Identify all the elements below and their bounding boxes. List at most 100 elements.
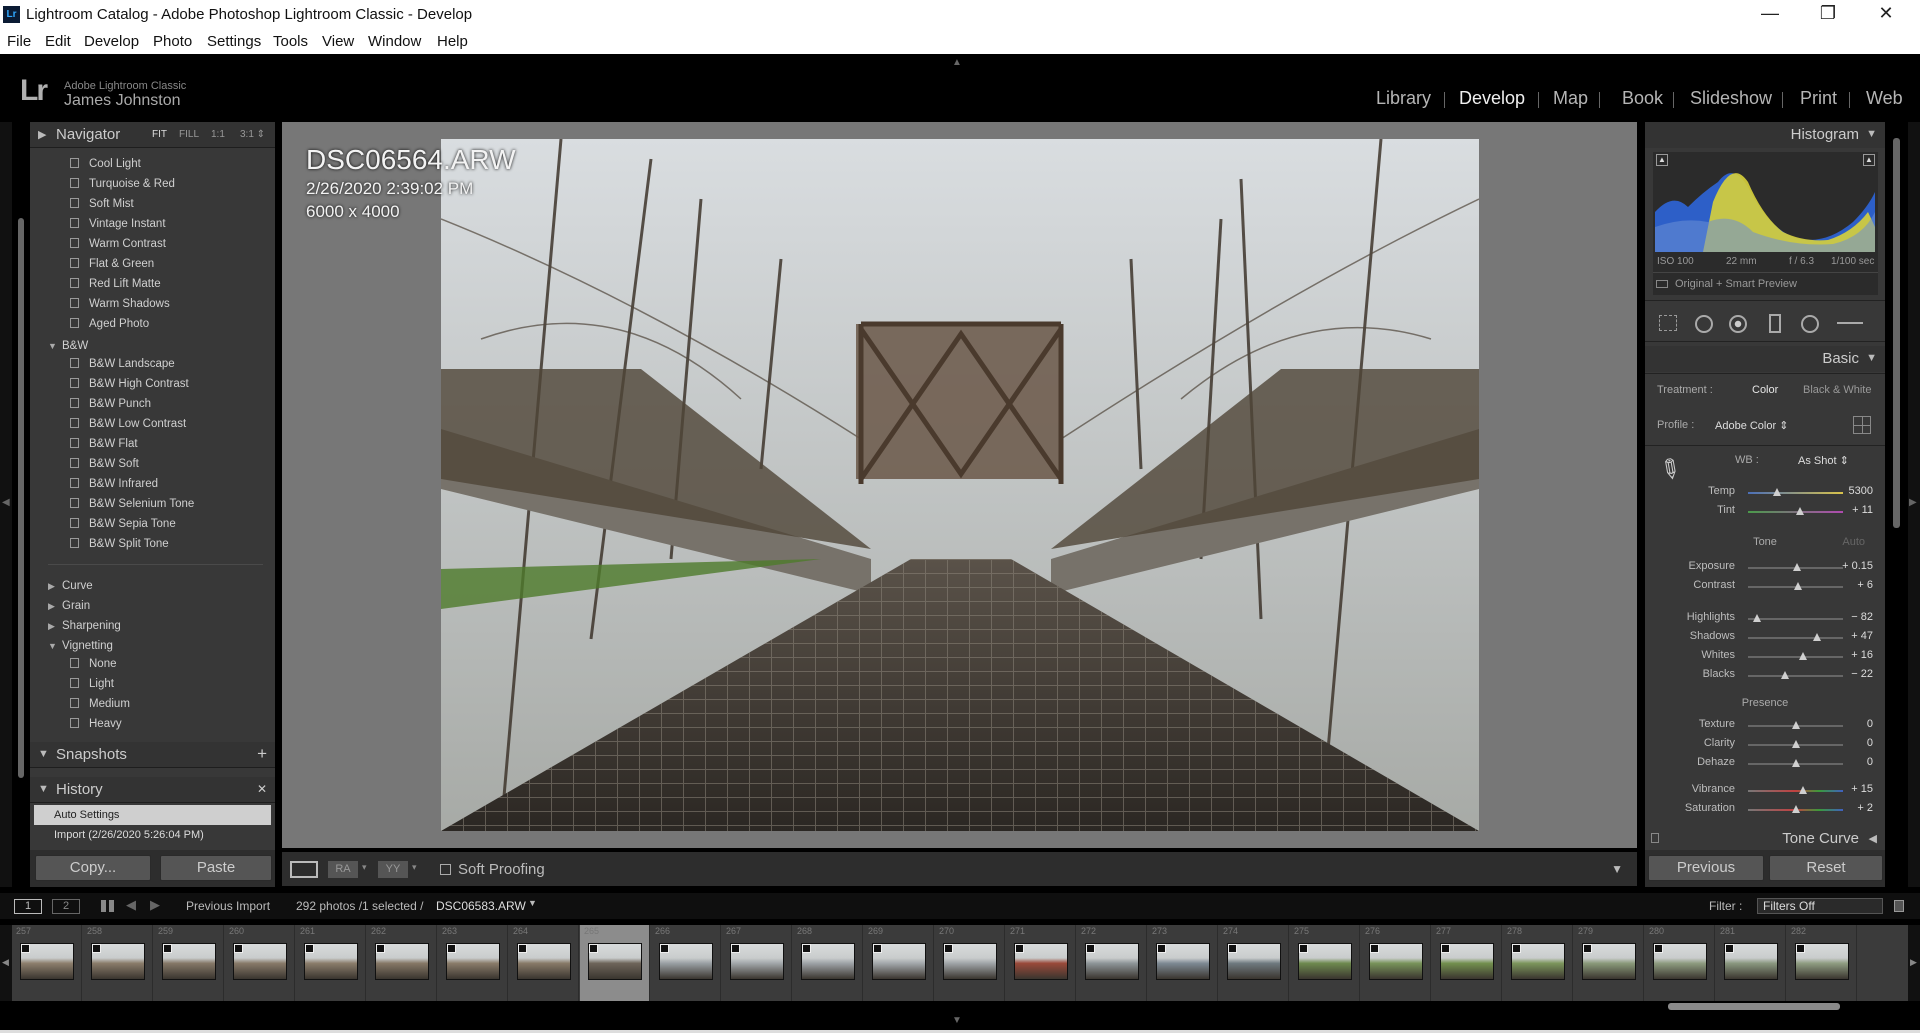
slider-track[interactable] <box>1748 790 1843 792</box>
module-slideshow[interactable]: Slideshow <box>1690 88 1772 109</box>
navigator-header[interactable]: ▶ Navigator FIT FILL 1:1 3:1 ⇕ <box>30 122 275 148</box>
panel-switch-icon[interactable] <box>1651 833 1659 843</box>
filmstrip-thumbnail[interactable]: 270 <box>935 925 1005 1001</box>
bottom-panel-toggle-icon[interactable]: ▼ <box>952 1015 962 1026</box>
dropdown-arrow-icon[interactable]: ▾ <box>412 862 417 873</box>
copy-button[interactable]: Copy... <box>35 855 151 881</box>
filmstrip-thumbnail[interactable]: 262 <box>367 925 437 1001</box>
slider-texture[interactable]: Texture 0 <box>1645 716 1885 735</box>
slider-thumb[interactable] <box>1791 721 1800 729</box>
filmstrip-scroll-left-icon[interactable]: ◀ <box>2 957 9 968</box>
crop-tool-icon[interactable] <box>1659 315 1677 331</box>
slider-thumb[interactable] <box>1813 633 1822 641</box>
secondary-display-button[interactable]: 2 <box>52 899 80 914</box>
slider-shadows[interactable]: Shadows + 47 <box>1645 628 1885 647</box>
slider-track[interactable] <box>1748 656 1843 658</box>
slider-track[interactable] <box>1748 637 1843 639</box>
slider-value[interactable]: + 15 <box>1851 783 1873 795</box>
slider-vibrance[interactable]: Vibrance + 15 <box>1645 781 1885 800</box>
menu-tools[interactable]: Tools <box>273 33 308 50</box>
slider-value[interactable]: + 6 <box>1857 579 1873 591</box>
filmstrip-thumbnail[interactable]: 281 <box>1716 925 1786 1001</box>
slider-thumb[interactable] <box>1793 563 1802 571</box>
slider-track[interactable] <box>1748 492 1843 494</box>
top-panel-toggle-icon[interactable]: ▲ <box>952 57 962 68</box>
filmstrip-thumbnail[interactable]: 260 <box>225 925 295 1001</box>
before-after-lr-icon[interactable]: RA <box>328 861 358 878</box>
filmstrip-thumbnail[interactable]: 267 <box>722 925 792 1001</box>
slider-clarity[interactable]: Clarity 0 <box>1645 735 1885 754</box>
file-dropdown-icon[interactable]: ▼ <box>528 898 537 908</box>
expand-triangle-icon[interactable]: ▶ <box>48 621 62 632</box>
filmstrip-thumbnail[interactable]: 277 <box>1432 925 1502 1001</box>
collapse-triangle-icon[interactable]: ▼ <box>1866 128 1877 140</box>
filmstrip-current-file[interactable]: DSC06583.ARW <box>436 899 526 913</box>
preset-item[interactable]: B&W Selenium Tone <box>70 498 194 518</box>
basic-header[interactable]: Basic ▼ <box>1645 346 1885 372</box>
snapshots-header[interactable]: ▼ Snapshots + <box>30 742 275 768</box>
filmstrip-thumbnail[interactable]: 272 <box>1077 925 1147 1001</box>
filmstrip-thumbnail[interactable]: 276 <box>1361 925 1431 1001</box>
preset-item[interactable]: B&W Landscape <box>70 358 175 378</box>
profile-browser-icon[interactable] <box>1853 416 1871 434</box>
slider-thumb[interactable] <box>1796 507 1805 515</box>
zoom-1-1[interactable]: 1:1 <box>211 129 225 140</box>
filmstrip-thumbnail[interactable]: 266 <box>651 925 721 1001</box>
slider-thumb[interactable] <box>1772 488 1781 496</box>
preset-item[interactable]: Flat & Green <box>70 258 154 278</box>
menu-help[interactable]: Help <box>437 33 468 50</box>
slider-value[interactable]: 0 <box>1867 718 1873 730</box>
slider-thumb[interactable] <box>1798 786 1807 794</box>
preset-item[interactable]: None <box>70 658 117 678</box>
slider-value[interactable]: 0 <box>1867 756 1873 768</box>
expand-triangle-icon[interactable]: ▶ <box>38 128 46 141</box>
filmstrip-thumbnail[interactable]: 280 <box>1645 925 1715 1001</box>
auto-tone-button[interactable]: Auto <box>1842 536 1865 548</box>
wb-select[interactable]: As Shot ⇕ <box>1798 454 1849 467</box>
filmstrip-thumbnail[interactable]: 257 <box>12 925 82 1001</box>
preset-item[interactable]: Cool Light <box>70 158 141 178</box>
filmstrip-thumbnail[interactable]: 261 <box>296 925 366 1001</box>
zoom-fit[interactable]: FIT <box>152 129 167 140</box>
histogram-area[interactable]: ▲ ▲ ISO 100 22 mm f / 6.3 1/100 sec Orig… <box>1653 152 1878 295</box>
preset-item[interactable]: Turquoise & Red <box>70 178 175 198</box>
slider-exposure[interactable]: Exposure + 0.15 <box>1645 558 1885 577</box>
profile-select[interactable]: Adobe Color ⇕ <box>1715 419 1788 432</box>
collapse-triangle-icon[interactable]: ▼ <box>1866 352 1877 364</box>
preset-item[interactable]: Soft Mist <box>70 198 134 218</box>
highlight-clipping-icon[interactable]: ▲ <box>1863 154 1875 166</box>
left-panel-edge[interactable]: ◀ <box>0 122 12 887</box>
slider-track[interactable] <box>1748 618 1843 620</box>
left-panel-toggle-icon[interactable]: ◀ <box>2 497 10 508</box>
menu-edit[interactable]: Edit <box>45 33 71 50</box>
before-after-tb-icon[interactable]: YY <box>378 861 408 878</box>
filmstrip-thumbnail[interactable]: 263 <box>438 925 508 1001</box>
slider-value[interactable]: + 0.15 <box>1842 560 1873 572</box>
treatment-color[interactable]: Color <box>1752 384 1778 396</box>
toolbar-options-icon[interactable]: ▼ <box>1611 862 1623 876</box>
forward-arrow-icon[interactable]: ▶ <box>150 897 160 913</box>
image-canvas[interactable]: DSC06564.ARW 2/26/2020 2:39:02 PM 6000 x… <box>282 122 1637 848</box>
histogram-header[interactable]: Histogram ▼ <box>1645 122 1885 148</box>
preset-item[interactable]: B&W Split Tone <box>70 538 169 558</box>
history-item-selected[interactable]: Auto Settings <box>34 805 271 825</box>
preset-item[interactable]: Warm Shadows <box>70 298 170 318</box>
expand-triangle-icon[interactable]: ▶ <box>48 601 62 612</box>
menu-develop[interactable]: Develop <box>84 33 139 50</box>
preset-item[interactable]: B&W Low Contrast <box>70 418 186 438</box>
shadow-clipping-icon[interactable]: ▲ <box>1656 154 1668 166</box>
adjustment-brush-icon[interactable] <box>1837 322 1863 324</box>
module-develop[interactable]: Develop <box>1459 88 1525 109</box>
preset-item[interactable]: Medium <box>70 698 130 718</box>
slider-value[interactable]: − 82 <box>1851 611 1873 623</box>
slider-value[interactable]: + 16 <box>1851 649 1873 661</box>
filmstrip-thumbnail[interactable]: 268 <box>793 925 863 1001</box>
slider-thumb[interactable] <box>1799 652 1808 660</box>
module-book[interactable]: Book <box>1622 88 1663 109</box>
treatment-bw[interactable]: Black & White <box>1803 384 1871 396</box>
expand-triangle-icon[interactable]: ▶ <box>48 581 62 592</box>
slider-highlights[interactable]: Highlights − 82 <box>1645 609 1885 628</box>
zoom-fill[interactable]: FILL <box>179 129 199 140</box>
right-scrollbar[interactable] <box>1893 138 1900 528</box>
clear-history-icon[interactable]: ✕ <box>257 782 267 796</box>
